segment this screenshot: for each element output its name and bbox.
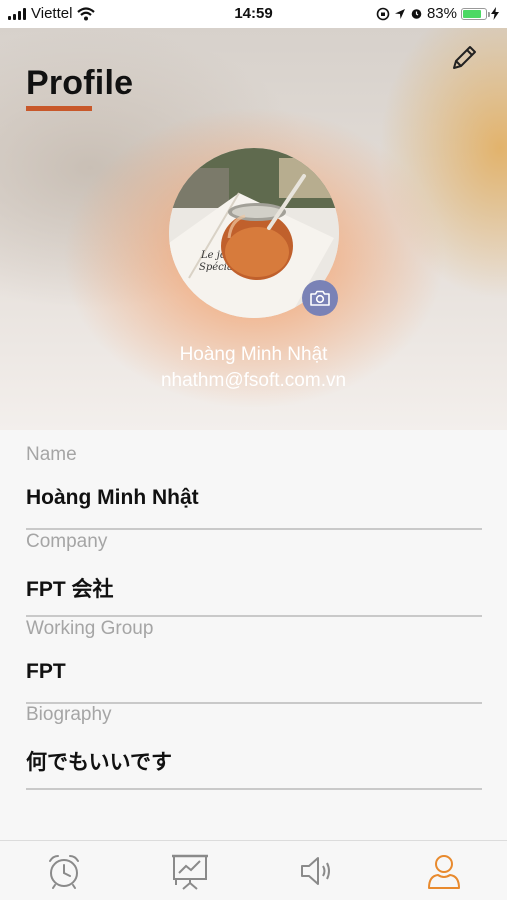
- biography-label: Biography: [26, 704, 112, 725]
- battery-icon: [461, 7, 490, 20]
- user-profile-icon: [428, 855, 460, 889]
- profile-name: Hoàng Minh Nhật: [179, 344, 328, 365]
- tab-bar: [0, 840, 507, 900]
- alarm-clock-icon: [49, 855, 79, 889]
- pencil-icon: [453, 46, 476, 69]
- tab-profile[interactable]: [424, 851, 464, 891]
- rotation-lock-icon: [376, 7, 390, 20]
- battery-percent: 83%: [426, 5, 457, 22]
- company-label: Company: [26, 531, 108, 552]
- change-photo-button[interactable]: [302, 280, 338, 316]
- page-title: Profile: [26, 64, 134, 102]
- speaker-icon: [301, 857, 330, 885]
- working-group-value[interactable]: FPT: [26, 660, 66, 684]
- name-label: Name: [26, 444, 77, 465]
- biography-value[interactable]: 何でもいいです: [26, 746, 172, 776]
- tab-speaker[interactable]: [296, 851, 336, 891]
- title-underline: [26, 106, 92, 111]
- status-bar: Viettel 14:59 83%: [0, 0, 507, 28]
- biography-underline: [26, 788, 482, 790]
- profile-header: Profile Le jou Spécial Hoàng Minh Nhật n…: [0, 28, 507, 430]
- company-underline: [26, 615, 482, 617]
- camera-icon: [310, 290, 330, 306]
- location-icon: [394, 8, 405, 19]
- company-value[interactable]: FPT 会社: [26, 573, 114, 603]
- status-right: 83%: [376, 5, 499, 22]
- working-group-label: Working Group: [26, 618, 154, 639]
- tab-presentation[interactable]: [170, 851, 210, 891]
- profile-email: nhathm@fsoft.com.vn: [160, 370, 347, 391]
- name-value[interactable]: Hoàng Minh Nhật: [26, 486, 199, 510]
- alarm-icon: [411, 9, 422, 19]
- presentation-icon: [172, 854, 208, 890]
- name-underline: [26, 528, 482, 530]
- edit-profile-button[interactable]: [448, 42, 480, 74]
- charging-icon: [491, 7, 499, 20]
- tab-alarm[interactable]: [44, 851, 84, 891]
